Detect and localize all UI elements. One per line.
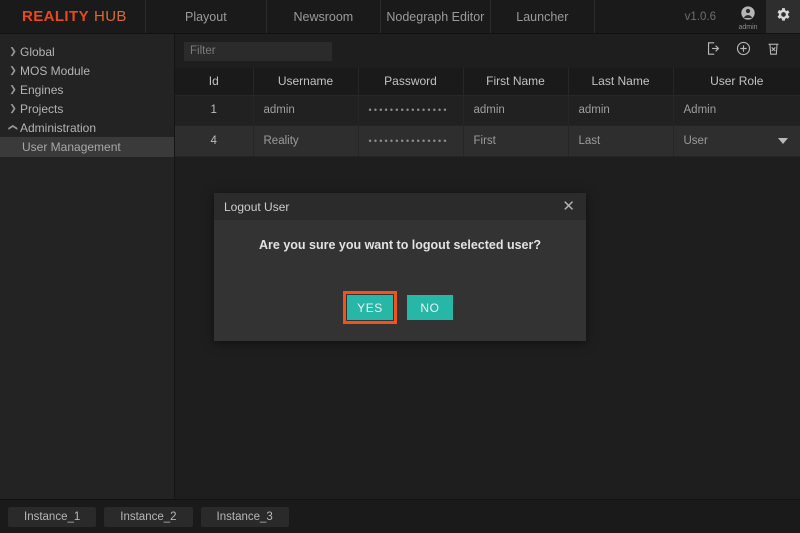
cell-last-name[interactable]: Last — [568, 125, 674, 157]
logo-secondary-text: HUB — [93, 8, 127, 25]
cell-password[interactable]: ••••••••••••••• — [358, 125, 464, 157]
table-header-row: Id Username Password First Name Last Nam… — [175, 68, 800, 96]
logout-user-button[interactable] — [698, 38, 728, 64]
chevron-down-icon[interactable] — [778, 137, 788, 144]
cell-password[interactable]: ••••••••••••••• — [358, 95, 464, 126]
table-row[interactable]: 1 admin ••••••••••••••• admin admin Admi… — [175, 95, 800, 126]
nav-tab-newsroom[interactable]: Newsroom — [267, 0, 381, 33]
instance-tab-3[interactable]: Instance_3 — [200, 506, 289, 527]
sidebar: ❯ Global ❯ MOS Module ❯ Engines ❯ Projec… — [0, 34, 175, 499]
cancel-no-button[interactable]: NO — [407, 295, 453, 320]
close-icon[interactable]: ✕ — [560, 199, 577, 214]
chevron-right-icon: ❯ — [9, 65, 17, 75]
add-user-button[interactable] — [728, 38, 758, 64]
cell-id: 4 — [175, 125, 254, 157]
user-avatar-icon — [740, 5, 756, 26]
user-account-button[interactable]: admin — [730, 0, 766, 33]
delete-user-button[interactable] — [758, 38, 788, 64]
sidebar-item-projects[interactable]: ❯ Projects — [0, 99, 174, 118]
sidebar-item-global[interactable]: ❯ Global — [0, 42, 174, 61]
sidebar-item-label: User Management — [22, 140, 121, 154]
column-header-password[interactable]: Password — [358, 68, 464, 96]
chevron-right-icon: ❯ — [9, 46, 17, 56]
logo-primary-text: REALITY — [22, 8, 89, 25]
logout-icon — [705, 40, 722, 62]
chevron-right-icon: ❯ — [9, 84, 17, 94]
column-header-last-name[interactable]: Last Name — [568, 68, 674, 96]
plus-circle-icon — [735, 40, 752, 62]
column-header-id[interactable]: Id — [175, 68, 254, 96]
gear-icon — [775, 6, 792, 28]
cell-first-name[interactable]: First — [463, 125, 569, 157]
sidebar-item-mos-module[interactable]: ❯ MOS Module — [0, 61, 174, 80]
table-toolbar — [175, 34, 800, 68]
app-window: REALITY HUB Playout Newsroom Nodegraph E… — [0, 0, 800, 533]
sidebar-item-label: Projects — [20, 101, 64, 116]
sidebar-item-label: Administration — [20, 120, 97, 135]
logout-user-dialog: Logout User ✕ Are you sure you want to l… — [214, 193, 586, 341]
password-mask: ••••••••••••••• — [368, 135, 449, 146]
chevron-right-icon: ❯ — [9, 103, 17, 113]
nav-tabs: Playout Newsroom Nodegraph Editor Launch… — [144, 0, 595, 33]
sidebar-item-label: Engines — [20, 82, 64, 97]
cell-username[interactable]: admin — [253, 95, 359, 126]
nav-tab-launcher[interactable]: Launcher — [491, 0, 595, 33]
cell-id: 1 — [175, 95, 254, 126]
nav-tab-playout[interactable]: Playout — [144, 0, 267, 33]
dialog-header: Logout User ✕ — [214, 193, 586, 220]
confirm-yes-button[interactable]: YES — [343, 291, 397, 324]
password-mask: ••••••••••••••• — [368, 105, 449, 115]
nav-tab-nodegraph-editor[interactable]: Nodegraph Editor — [381, 0, 491, 33]
sidebar-item-label: Global — [20, 44, 55, 59]
column-header-first-name[interactable]: First Name — [463, 68, 569, 96]
cell-user-role[interactable]: Admin — [673, 95, 800, 126]
user-account-label: admin — [738, 23, 758, 31]
dialog-body: Are you sure you want to logout selected… — [214, 220, 586, 341]
version-label: v1.0.6 — [684, 10, 716, 23]
instance-tab-2[interactable]: Instance_2 — [104, 506, 193, 527]
table-row[interactable]: 4 Reality ••••••••••••••• First Last Use… — [175, 125, 800, 157]
dialog-message: Are you sure you want to logout selected… — [259, 238, 541, 252]
cell-last-name[interactable]: admin — [568, 95, 674, 126]
sidebar-item-label: MOS Module — [20, 63, 91, 78]
chevron-down-icon: ❮ — [8, 123, 19, 132]
cell-first-name[interactable]: admin — [463, 95, 569, 126]
top-navigation-bar: REALITY HUB Playout Newsroom Nodegraph E… — [0, 0, 800, 34]
dialog-buttons: YES NO — [343, 291, 453, 324]
app-logo[interactable]: REALITY HUB — [0, 0, 145, 33]
sidebar-item-engines[interactable]: ❯ Engines — [0, 80, 174, 99]
instances-bar: Instance_1 Instance_2 Instance_3 — [0, 499, 800, 533]
user-role-value: User — [683, 134, 708, 147]
sidebar-item-administration[interactable]: ❮ Administration — [0, 118, 174, 137]
cell-user-role[interactable]: User — [673, 125, 800, 157]
instance-tab-1[interactable]: Instance_1 — [8, 506, 97, 527]
column-header-username[interactable]: Username — [253, 68, 359, 96]
sidebar-item-user-management[interactable]: User Management — [0, 137, 174, 157]
cell-username[interactable]: Reality — [253, 125, 359, 157]
settings-button[interactable] — [766, 0, 800, 33]
users-table: Id Username Password First Name Last Nam… — [175, 68, 800, 157]
filter-input[interactable] — [184, 41, 332, 61]
trash-delete-icon — [765, 40, 782, 62]
column-header-user-role[interactable]: User Role — [673, 68, 800, 96]
dialog-title: Logout User — [224, 199, 290, 214]
